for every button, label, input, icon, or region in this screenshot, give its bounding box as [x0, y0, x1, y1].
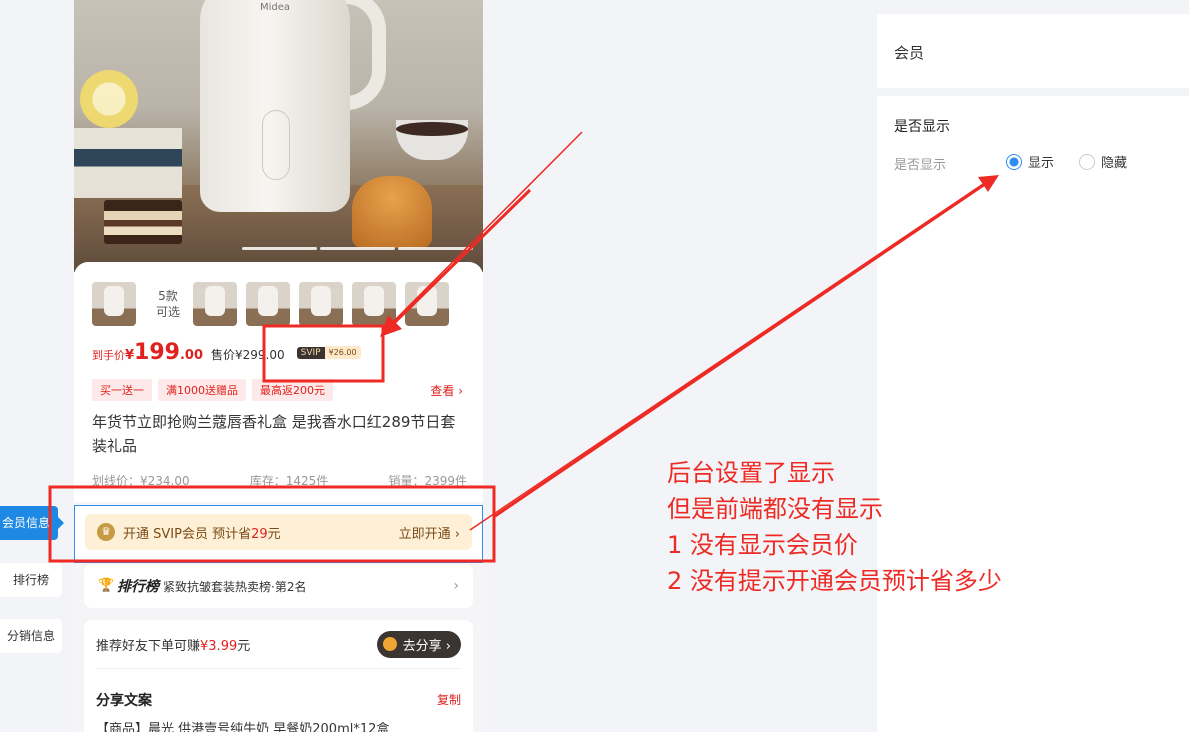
side-tab-member-info[interactable]: 会员信息 — [0, 506, 64, 540]
svip-save-text: 开通 SVIP会员 预计省29元 — [123, 523, 281, 542]
copy-button[interactable]: 复制 — [437, 691, 461, 708]
share-copy-title: 分享文案 — [96, 693, 152, 709]
product-title: 年货节立即抢购兰蔻唇香礼盒 是我香水口红289节日套装礼品 — [92, 413, 456, 455]
promo-tag[interactable]: 满1000送赠品 — [158, 379, 246, 401]
product-hero-image: Midea — [74, 0, 483, 272]
side-tab-distribution[interactable]: 分销信息 — [0, 619, 62, 653]
share-earn-prefix: 推荐好友下单可赚 — [96, 638, 201, 654]
share-copy-body: 【商品】晨光 供港壹号纯牛奶 早餐奶200ml*12盒 — [96, 722, 390, 732]
annotation-line-4: 2 没有提示开通会员预计省多少 — [667, 567, 1002, 595]
carousel-dot[interactable] — [398, 247, 473, 250]
final-price-decimal: .00 — [179, 348, 204, 363]
ranking-text: 紧致抗皱套装热卖榜·第2名 — [163, 579, 307, 594]
settings-header-title: 会员 — [894, 44, 925, 62]
settings-section-title: 是否显示 — [894, 119, 950, 135]
price-row: 到手价 ¥ 199 .00 售价¥299.00 SVIP ¥26.00 — [92, 340, 361, 365]
carousel-dot[interactable] — [320, 247, 395, 250]
share-button[interactable]: 去分享 › — [376, 630, 461, 658]
trophy-icon: 🏆 — [98, 578, 115, 593]
member-info-panel[interactable]: ♛ 开通 SVIP会员 预计省29元 立即开通 › — [74, 505, 483, 563]
variant-thumbs: 5款 可选 — [92, 282, 458, 326]
share-earn-row: 推荐好友下单可赚¥3.99元 去分享 › — [96, 630, 461, 658]
radio-hide-label: 隐藏 — [1101, 156, 1128, 171]
radio-show[interactable]: 显示 — [1006, 152, 1054, 171]
radio-show-circle[interactable] — [1006, 153, 1022, 170]
share-earn-amount: ¥3.99 — [200, 638, 238, 654]
promo-tag[interactable]: 买一送一 — [92, 379, 152, 401]
annotation-line-1: 后台设置了显示 — [667, 459, 835, 487]
radio-show-label: 显示 — [1028, 156, 1055, 171]
crown-icon: ♛ — [97, 523, 115, 541]
share-earn-text: 推荐好友下单可赚¥3.99元 — [96, 635, 250, 654]
see-more-link[interactable]: 查看 › — [430, 382, 463, 399]
svip-price-badge: SVIP ¥26.00 — [296, 345, 361, 360]
variant-thumb[interactable] — [92, 282, 136, 326]
product-stats: 划线价：¥234.00 库存：1425件 销量：2399件 — [92, 472, 467, 489]
variant-thumb[interactable] — [193, 282, 237, 326]
hero-books — [74, 128, 182, 198]
promo-tag[interactable]: 最高返200元 — [252, 379, 333, 401]
kettle-brand-logo: Midea — [260, 2, 291, 13]
variant-count-line2: 可选 — [155, 305, 180, 319]
variant-thumb[interactable] — [405, 282, 449, 326]
svip-save-prefix: 开通 SVIP会员 预计省 — [123, 526, 252, 542]
hero-lemon — [80, 70, 138, 128]
variant-thumb[interactable] — [352, 282, 396, 326]
hero-kettle: Midea — [200, 0, 350, 212]
chevron-right-icon: › — [453, 578, 459, 594]
ranking-brand: 排行榜 — [117, 579, 159, 595]
ranking-bar[interactable]: 🏆 排行榜 紧致抗皱套装热卖榜·第2名 › — [84, 564, 473, 608]
annotation-line-3: 1 没有显示会员价 — [667, 531, 858, 559]
product-info-card: 5款 可选 到手价 ¥ 199 .00 售价¥299.00 SVIP ¥26.0… — [74, 262, 483, 502]
annotation-line-2: 但是前端都没有显示 — [667, 495, 883, 523]
coin-icon — [382, 637, 397, 651]
sales: 销量：2399件 — [388, 474, 467, 488]
variant-thumb[interactable] — [299, 282, 343, 326]
hero-coffee — [396, 122, 468, 136]
carousel-indicator[interactable] — [242, 247, 473, 250]
stock: 库存：1425件 — [249, 474, 329, 488]
variant-count-line1: 5款 — [158, 289, 178, 303]
final-price-integer: 199 — [134, 340, 180, 365]
svip-save-amount: 29 — [251, 526, 268, 542]
promo-tags: 买一送一 满1000送赠品 最高返200元 — [92, 379, 333, 401]
svip-tag: SVIP — [296, 346, 325, 359]
kettle-panel — [262, 110, 290, 180]
final-price-currency: ¥ — [125, 348, 135, 363]
final-price-label: 到手价 — [92, 349, 125, 362]
share-card: 推荐好友下单可赚¥3.99元 去分享 › 分享文案 复制 【商品】晨光 供港壹号… — [84, 620, 473, 732]
radio-hide-circle[interactable] — [1079, 153, 1095, 170]
settings-header: 会员 — [877, 14, 1189, 88]
display-field-label: 是否显示 — [894, 158, 947, 173]
svip-open-bar[interactable]: ♛ 开通 SVIP会员 预计省29元 立即开通 › — [85, 514, 472, 550]
share-button-label: 去分享 › — [402, 638, 451, 654]
phone-preview: Midea 5款 可选 到手价 ¥ 199 .00 售价¥299.00 SVIP… — [74, 0, 483, 732]
hero-cake — [104, 200, 182, 244]
list-price: 划线价：¥234.00 — [92, 474, 190, 488]
share-earn-suffix: 元 — [237, 638, 251, 654]
carousel-dot[interactable] — [242, 247, 317, 250]
radio-hide[interactable]: 隐藏 — [1079, 152, 1127, 171]
svip-open-button[interactable]: 立即开通 › — [399, 523, 460, 542]
settings-panel: 是否显示 是否显示 显示 隐藏 — [877, 96, 1189, 732]
side-tab-ranking[interactable]: 排行榜 — [0, 563, 62, 597]
variant-count[interactable]: 5款 可选 — [149, 288, 187, 320]
svip-price: ¥26.00 — [324, 346, 361, 359]
hero-muffin — [352, 176, 432, 248]
svip-save-suffix: 元 — [267, 526, 281, 542]
divider — [96, 668, 461, 669]
variant-thumb[interactable] — [246, 282, 290, 326]
annotation-text: 后台设置了显示 但是前端都没有显示 1 没有显示会员价 2 没有提示开通会员预计… — [667, 455, 1002, 599]
sale-price: 售价¥299.00 — [211, 348, 285, 362]
